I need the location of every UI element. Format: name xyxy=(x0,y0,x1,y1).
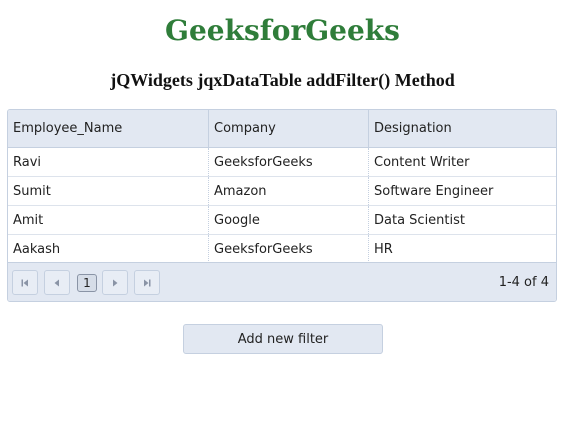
cell-company: GeeksforGeeks xyxy=(209,148,369,176)
cell-employee-name: Aakash xyxy=(8,235,209,263)
first-page-button[interactable] xyxy=(12,270,38,295)
column-header-company[interactable]: Company xyxy=(209,110,369,147)
table-row[interactable]: Ravi GeeksforGeeks Content Writer xyxy=(8,148,556,177)
add-new-filter-button[interactable]: Add new filter xyxy=(183,324,383,354)
last-page-icon xyxy=(144,279,151,286)
pager-info: 1-4 of 4 xyxy=(498,275,549,290)
cell-company: Amazon xyxy=(209,177,369,205)
cell-designation: Content Writer xyxy=(374,154,470,170)
page-heading: jQWidgets jqxDataTable addFilter() Metho… xyxy=(110,70,455,90)
table-row[interactable]: Aakash GeeksforGeeks HR xyxy=(8,235,556,264)
cell-company: GeeksforGeeks xyxy=(209,235,369,263)
next-page-button[interactable] xyxy=(102,270,128,295)
table-row[interactable]: Amit Google Data Scientist xyxy=(8,206,556,235)
pager-bar: 1 1-4 of 4 xyxy=(8,262,556,301)
current-page-button[interactable]: 1 xyxy=(77,274,97,292)
cell-designation: Software Engineer xyxy=(374,183,494,199)
data-table: Employee_Name Company Designation Ravi G… xyxy=(7,109,557,302)
table-header: Employee_Name Company Designation xyxy=(8,110,556,148)
previous-page-button[interactable] xyxy=(44,270,70,295)
cell-employee-name: Sumit xyxy=(8,177,209,205)
cell-designation: HR xyxy=(374,241,393,257)
last-page-button[interactable] xyxy=(134,270,160,295)
cell-employee-name: Ravi xyxy=(8,148,209,176)
cell-designation: Data Scientist xyxy=(374,212,465,228)
previous-page-icon xyxy=(54,279,59,286)
column-header-employee-name[interactable]: Employee_Name xyxy=(8,110,209,147)
table-row[interactable]: Sumit Amazon Software Engineer xyxy=(8,177,556,206)
site-title: GeeksforGeeks xyxy=(165,14,400,47)
first-page-icon xyxy=(21,279,28,286)
column-header-designation[interactable]: Designation xyxy=(369,110,556,147)
cell-company: Google xyxy=(209,206,369,234)
next-page-icon xyxy=(113,279,118,286)
cell-employee-name: Amit xyxy=(8,206,209,234)
